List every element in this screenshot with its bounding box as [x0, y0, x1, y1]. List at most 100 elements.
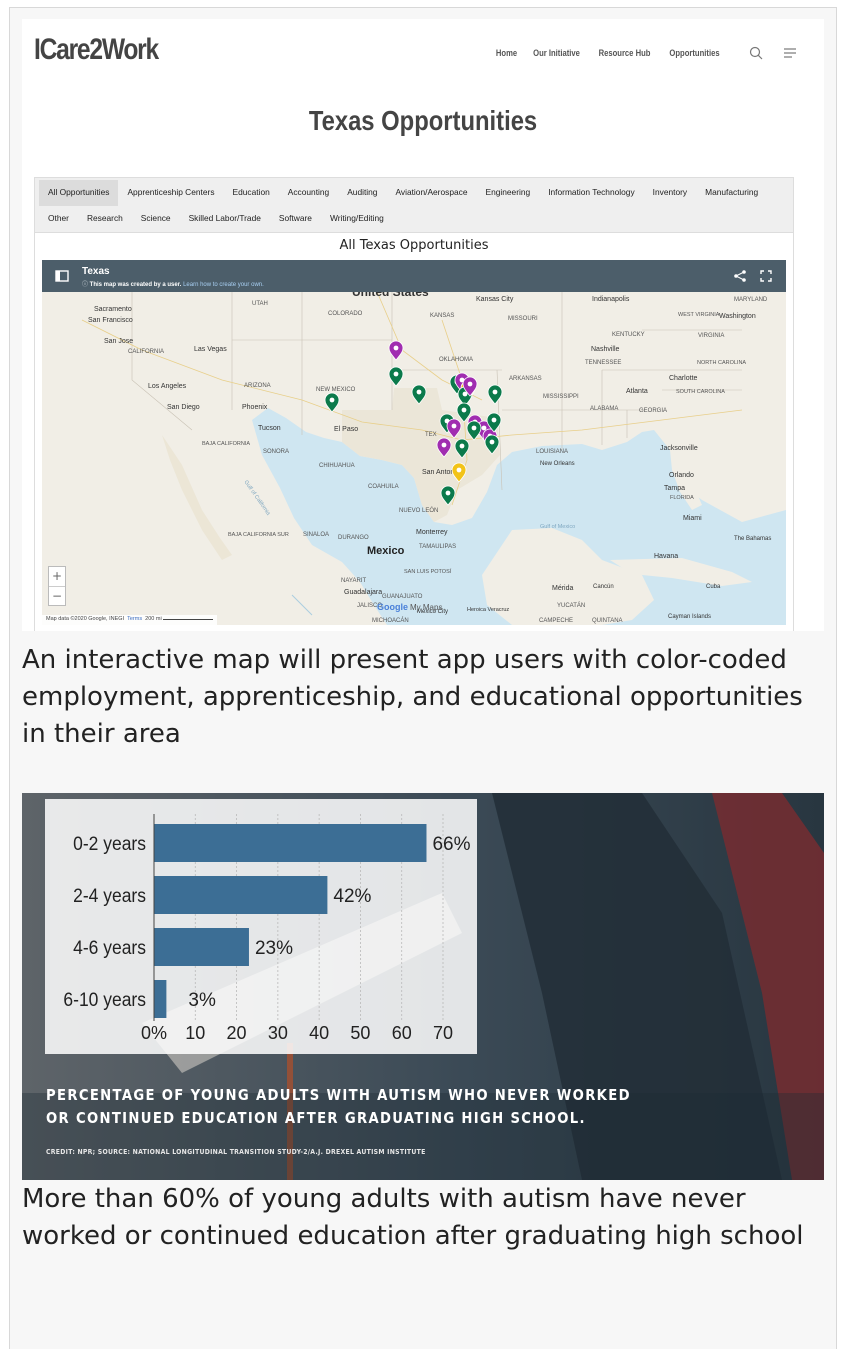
map-caption: An interactive map will present app user…	[22, 645, 803, 749]
map-terms-link[interactable]: Terms	[127, 616, 142, 622]
map-marker-dot	[491, 417, 497, 423]
map-scale-label: 200 mi	[145, 616, 162, 622]
map-label-orlando: Orlando	[669, 472, 694, 479]
tab-information-technology[interactable]: Information Technology	[539, 180, 643, 206]
chart-title: PERCENTAGE OF YOUNG ADULTS WITH AUTISM W…	[46, 1084, 697, 1130]
map-label-gulf: Gulf of Mexico	[540, 524, 575, 530]
chart-title-line-1: PERCENTAGE OF YOUNG ADULTS WITH AUTISM W…	[46, 1086, 631, 1104]
chart-bar	[154, 824, 427, 862]
map-label-arkansas: ARKANSAS	[509, 376, 542, 382]
map-canvas[interactable]: United States Mexico Sacramento San Fran…	[42, 260, 786, 625]
tab-apprenticeship-centers[interactable]: Apprenticeship Centers	[118, 180, 223, 206]
map-label-neworleans: New Orleans	[540, 461, 575, 467]
chart-x-tick-label: 0%	[141, 1023, 167, 1043]
map-label-havana: Havana	[654, 553, 678, 560]
chart-x-tick-label: 50	[350, 1023, 370, 1043]
map-marker-dot	[393, 371, 399, 377]
tab-engineering[interactable]: Engineering	[476, 180, 539, 206]
tab-aviation-aerospace[interactable]: Aviation/Aerospace	[386, 180, 476, 206]
map-label-kansas: KANSAS	[430, 313, 454, 319]
map-label-google: Google	[377, 602, 408, 612]
map-marker-dot	[471, 425, 477, 431]
map-label-miami: Miami	[683, 515, 702, 522]
map-label-kansascity: Kansas City	[476, 296, 514, 303]
map-label-monterrey: Monterrey	[416, 529, 448, 536]
map-label-charlotte: Charlotte	[669, 375, 698, 382]
map-label-merida: Mérida	[552, 585, 574, 592]
map-label-sinaloa: SINALOA	[303, 532, 329, 538]
map-label-colorado: COLORADO	[328, 311, 363, 317]
map-label-yucatan: YUCATÁN	[557, 602, 585, 609]
tab-research[interactable]: Research	[78, 206, 132, 232]
map-marker-dot	[451, 423, 457, 429]
map-notice-text: This map was created by a user.	[89, 282, 182, 288]
map-label-bajacal: BAJA CALIFORNIA	[202, 441, 250, 447]
map-label-oklahoma: OKLAHOMA	[439, 357, 473, 363]
share-icon[interactable]	[732, 268, 748, 284]
zoom-in-button[interactable]: +	[49, 567, 65, 586]
tab-software[interactable]: Software	[270, 206, 321, 232]
map-legend-toggle-icon[interactable]	[54, 268, 70, 284]
map-label-la: Los Angeles	[148, 383, 187, 390]
fullscreen-icon[interactable]	[758, 268, 774, 284]
top-navigation: Home Our Initiative Resource Hub Opportu…	[494, 45, 798, 61]
map-label-chihuahua: CHIHUAHUA	[319, 463, 355, 469]
map-marker-dot	[456, 467, 462, 473]
chart-x-tick-label: 10	[185, 1023, 205, 1043]
tab-writing-editing[interactable]: Writing/Editing	[321, 206, 393, 232]
map-attribution: Map data ©2020 Google, INEGI Terms 200 m…	[42, 615, 218, 625]
map-title[interactable]: Texas	[82, 266, 110, 277]
map-label-atlanta: Atlanta	[626, 388, 648, 395]
nav-our-initiative[interactable]: Our Initiative	[533, 48, 580, 58]
map-label-sanjose: San Jose	[104, 338, 133, 345]
chart-data-label: 3%	[188, 990, 216, 1011]
chart-category-label: 6-10 years	[63, 988, 146, 1010]
map-label-coahuila: COAHUILA	[368, 484, 399, 490]
map-label-durango: DURANGO	[338, 535, 369, 541]
category-tabs: All Opportunities Apprenticeship Centers…	[35, 178, 793, 233]
page-title: Texas Opportunities	[308, 105, 538, 136]
nav-home[interactable]: Home	[496, 48, 517, 58]
chart-bar	[154, 928, 249, 966]
zoom-out-button[interactable]: −	[49, 586, 65, 605]
chart-credit: CREDIT: NPR; SOURCE: NATIONAL LONGITUDIN…	[46, 1148, 426, 1156]
map-label-tennessee: TENNESSEE	[585, 360, 621, 366]
chart-image: 0-2 years 66% 2-4 years 42% 4-6 years 23% 6-10…	[22, 793, 824, 1180]
tab-auditing[interactable]: Auditing	[338, 180, 386, 206]
map-label-sandiego: San Diego	[167, 404, 200, 411]
map-label-washington: Washington	[719, 313, 756, 320]
map-label-heroica: Heroica Veracruz	[467, 607, 509, 613]
menu-icon[interactable]	[782, 45, 798, 61]
nav-opportunities[interactable]: Opportunities	[669, 48, 719, 58]
tab-skilled-labor-trade[interactable]: Skilled Labor/Trade	[180, 206, 270, 232]
google-map[interactable]: United States Mexico Sacramento San Fran…	[42, 260, 786, 625]
map-label-jacksonville: Jacksonville	[660, 445, 698, 452]
tab-other[interactable]: Other	[39, 206, 78, 232]
map-embed: All Opportunities Apprenticeship Centers…	[34, 177, 794, 631]
map-marker-dot	[416, 389, 422, 395]
search-icon[interactable]	[748, 45, 764, 61]
map-label-guadalajara: Guadalajara	[344, 589, 382, 596]
map-label-arizona: ARIZONA	[244, 383, 271, 389]
bar-chart: 0-2 years 66% 2-4 years 42% 4-6 years 23% 6-10…	[63, 814, 471, 1043]
nav-resource-hub[interactable]: Resource Hub	[599, 48, 651, 58]
tab-education[interactable]: Education	[224, 180, 279, 206]
map-label-southcarolina: SOUTH CAROLINA	[676, 389, 725, 395]
map-label-cancun: Cancún	[593, 584, 614, 590]
map-label-michoacan: MICHOACÁN	[372, 617, 409, 624]
map-label-westvirginia: WEST VIRGINIA	[678, 312, 720, 318]
map-marker-dot	[489, 439, 495, 445]
map-label-georgia: GEORGIA	[639, 408, 667, 414]
map-label-newmexico: NEW MEXICO	[316, 387, 356, 393]
tab-all-opportunities[interactable]: All Opportunities	[39, 180, 119, 206]
tab-science[interactable]: Science	[132, 206, 180, 232]
site-logo[interactable]: ICare2Work	[34, 33, 159, 67]
map-label-texas: TEX	[425, 432, 437, 438]
map-notice-link[interactable]: Learn how to create your own.	[183, 282, 264, 288]
tab-inventory[interactable]: Inventory	[644, 180, 696, 206]
map-label-lasvegas: Las Vegas	[194, 346, 227, 353]
map-attribution-text: Map data ©2020 Google, INEGI	[46, 616, 125, 622]
tab-accounting[interactable]: Accounting	[279, 180, 338, 206]
tab-manufacturing[interactable]: Manufacturing	[696, 180, 767, 206]
map-header: Texas ⓘ This map was created by a user. …	[42, 260, 786, 292]
